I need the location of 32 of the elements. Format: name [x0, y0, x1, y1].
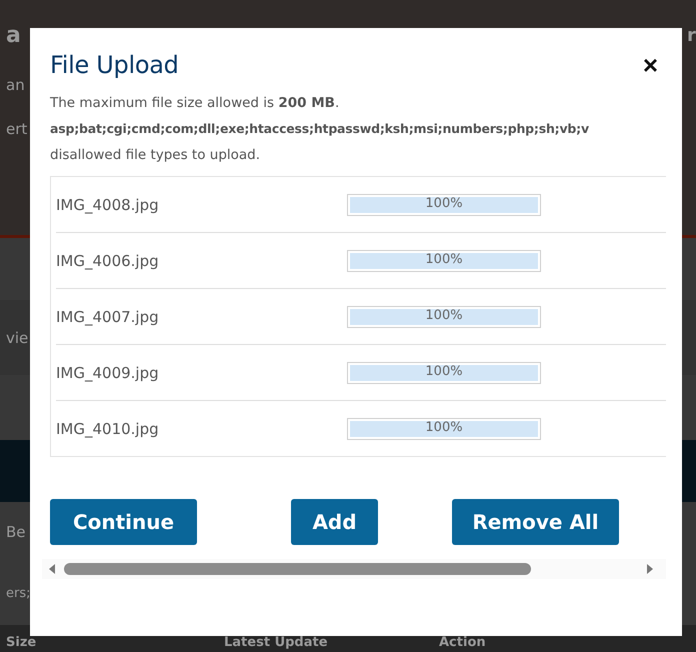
progress-reading: 100%	[424, 196, 464, 210]
page-text-fragment: Be	[6, 523, 26, 541]
file-name: IMG_4010.jpg	[56, 420, 160, 438]
page-tab-fragment: vie	[6, 328, 28, 346]
file-name: IMG_4006.jpg	[56, 252, 160, 270]
file-name: IMG_4009.jpg	[56, 364, 160, 382]
add-button[interactable]: Add	[291, 499, 378, 545]
page-heading-fragment: a	[6, 22, 21, 48]
page-text-fragment: ert	[6, 120, 28, 138]
upload-info-text: asp;bat;cgi;cmd;com;dll;exe;htaccess;htpasswd;ksh;msi;numbers;php;sh;vb;v	[50, 120, 590, 138]
progress-reading: 100%	[424, 252, 464, 266]
page-text-fragment: an	[6, 76, 25, 94]
column-header: Size	[6, 635, 38, 650]
close-button[interactable]: ×	[638, 52, 662, 78]
remove-all-button[interactable]: Remove All	[452, 499, 619, 545]
progress-reading: 100%	[424, 364, 464, 378]
scroll-right-icon[interactable]	[646, 564, 654, 574]
scrollbar-thumb[interactable]	[64, 563, 531, 575]
progress-reading: 100%	[424, 420, 464, 434]
file-name: IMG_4008.jpg	[56, 196, 160, 214]
page-heading-fragment: r	[687, 24, 696, 46]
horizontal-scrollbar[interactable]	[42, 559, 666, 579]
column-header: Action	[439, 635, 487, 650]
file-name: IMG_4007.jpg	[56, 308, 160, 326]
dialog-title: File Upload	[50, 51, 179, 79]
progress-reading: 100%	[424, 308, 464, 322]
upload-info-text: disallowed file types to upload.	[50, 146, 262, 165]
column-header: Latest Update	[224, 635, 329, 650]
page-text-fragment: ers;	[6, 586, 30, 601]
continue-button[interactable]: Continue	[50, 499, 197, 545]
scroll-left-icon[interactable]	[48, 564, 56, 574]
upload-info-text: The maximum file size allowed is 200 MB.	[50, 94, 340, 113]
